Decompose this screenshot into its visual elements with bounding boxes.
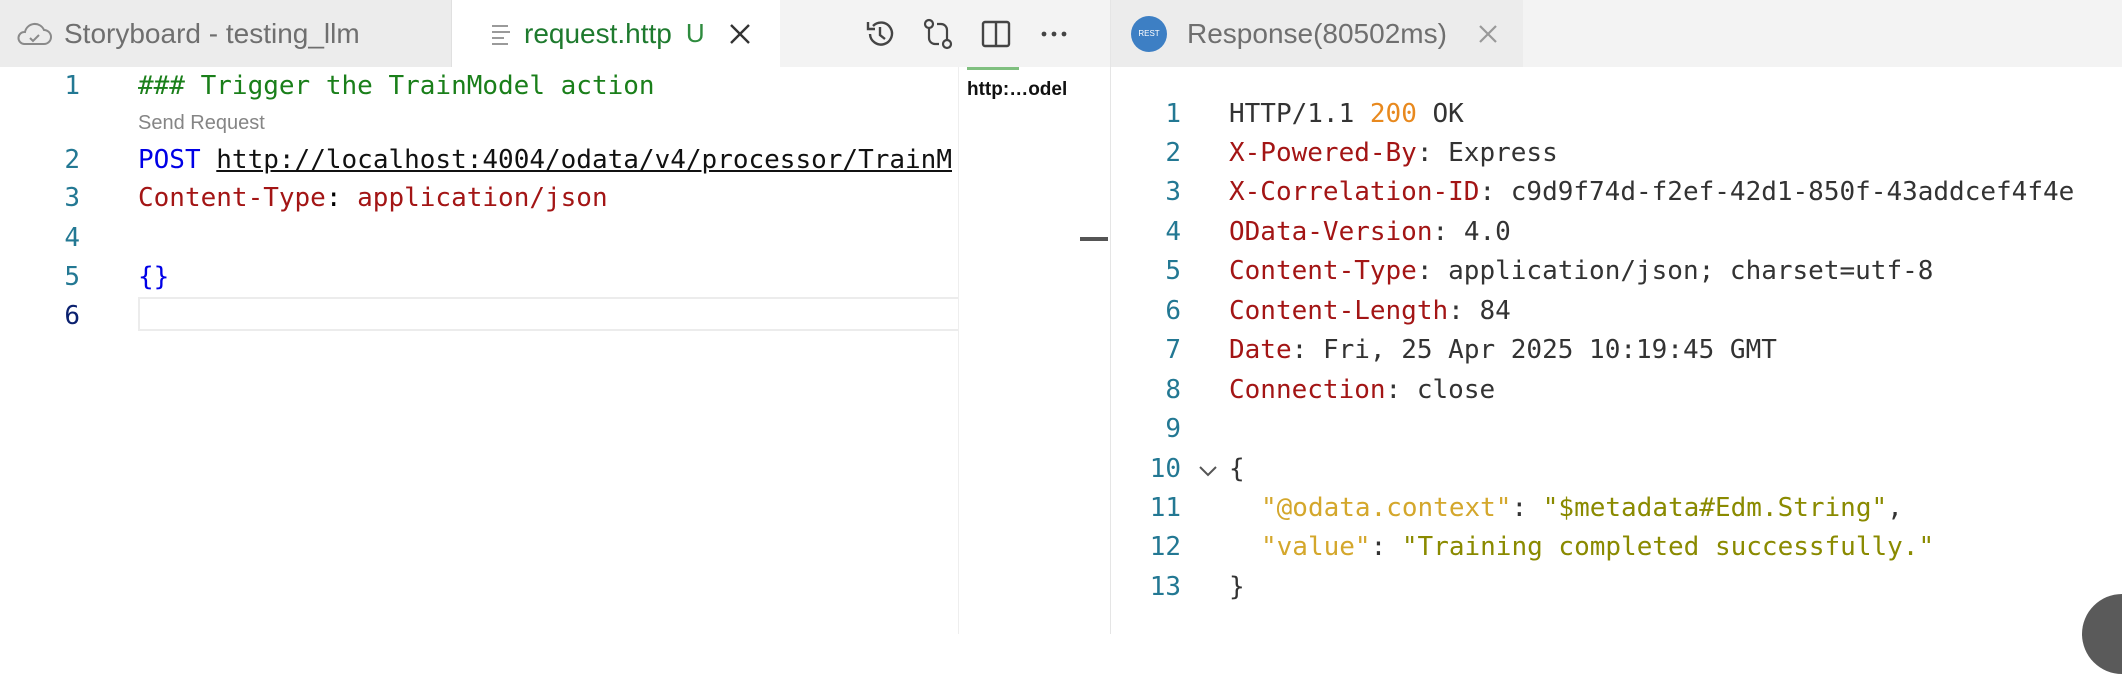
- request-url[interactable]: http://localhost:4004/odata/v4/processor…: [216, 145, 952, 175]
- request-body: {}: [138, 262, 170, 292]
- tab-response[interactable]: REST Response(80502ms): [1111, 0, 1523, 67]
- response-header: Content-Type: application/json; charset=…: [1229, 256, 1934, 286]
- more-actions-button[interactable]: [1034, 14, 1074, 54]
- request-comment: ### Trigger the TrainModel action: [138, 71, 655, 101]
- header-value: application/json: [357, 183, 608, 213]
- json-property: "@odata.context": "$metadata#Edm.String"…: [1261, 493, 1903, 523]
- line-number: 11: [1149, 493, 1181, 523]
- close-icon[interactable]: [727, 21, 753, 47]
- response-viewer[interactable]: 1 2 3 4 5 6 7 8 9 10 11 12 13 HTTP/1.1 2…: [1111, 67, 2122, 674]
- untracked-badge: U: [685, 18, 705, 48]
- request-line: POST http://localhost:4004/odata/v4/proc…: [138, 145, 958, 175]
- header-name: X-Correlation-ID: [1229, 177, 1480, 207]
- scrollbar-marker: [1080, 237, 1108, 241]
- line-number: 3: [1165, 177, 1181, 207]
- minimap-hover-label: http:…odel: [967, 79, 1068, 100]
- minimap[interactable]: http:…odel: [958, 67, 1079, 634]
- line-number: 13: [1149, 572, 1181, 602]
- tab-response-label: Response(80502ms): [1187, 17, 1447, 49]
- current-line-highlight: [138, 297, 968, 331]
- git-compare-icon: [923, 18, 953, 49]
- response-header: X-Correlation-ID: c9d9f74d-f2ef-42d1-850…: [1229, 177, 2075, 207]
- response-tab-bar: REST Response(80502ms): [1111, 0, 2122, 67]
- line-number: 10: [1149, 454, 1181, 484]
- json-value: "$metadata#Edm.String": [1542, 493, 1888, 523]
- header-value: 84: [1479, 296, 1511, 326]
- header-name: OData-Version: [1229, 217, 1433, 247]
- history-icon: [866, 20, 894, 46]
- header-line: Content-Type: application/json: [138, 183, 608, 213]
- header-name: Content-Type: [138, 183, 326, 213]
- json-close-brace: }: [1229, 572, 1245, 602]
- line-number-current: 6: [64, 301, 80, 331]
- status-text: OK: [1432, 99, 1464, 129]
- json-key: "value": [1261, 532, 1371, 562]
- tab-storyboard[interactable]: Storyboard - testing_llm: [0, 0, 452, 67]
- status-code: 200: [1369, 99, 1417, 129]
- json-open-brace: {: [1229, 454, 1245, 484]
- send-request-codelens[interactable]: Send Request: [138, 112, 265, 135]
- json-property: "value": "Training completed successfull…: [1261, 532, 1935, 562]
- json-value: "Training completed successfully.": [1401, 532, 1935, 562]
- header-name: X-Powered-By: [1229, 138, 1417, 168]
- line-number: 5: [64, 262, 80, 292]
- status-line: HTTP/1.1 200 OK: [1229, 99, 1464, 129]
- header-value: Fri, 25 Apr 2025 10:19:45 GMT: [1322, 335, 1777, 365]
- header-name: Date: [1229, 335, 1292, 365]
- response-header: X-Powered-By: Express: [1229, 138, 1558, 168]
- request-editor-group: Storyboard - testing_llm request.http U: [0, 0, 1110, 634]
- file-lines-icon: [492, 24, 510, 45]
- minimap-line: [967, 67, 1019, 70]
- ellipsis-icon: [1041, 31, 1067, 36]
- tab-storyboard-label: Storyboard - testing_llm: [64, 17, 360, 49]
- header-value: Express: [1448, 138, 1558, 168]
- json-key: "@odata.context": [1261, 493, 1512, 523]
- line-number: 12: [1149, 532, 1181, 562]
- tab-request-label: request.http: [524, 17, 672, 49]
- header-name: Connection: [1229, 375, 1386, 405]
- header-value: c9d9f74d-f2ef-42d1-850f-43addcef4f4e: [1510, 177, 2075, 207]
- history-button[interactable]: [860, 14, 900, 54]
- tab-request-http[interactable]: request.http U: [452, 0, 780, 67]
- http-method: POST: [138, 145, 201, 175]
- line-number: 2: [64, 145, 80, 175]
- protocol: HTTP/1.1: [1229, 99, 1355, 129]
- vertical-scrollbar[interactable]: [1078, 67, 1110, 634]
- code-editor[interactable]: 1 2 3 4 5 6 ### Trigger the TrainModel a…: [0, 67, 968, 634]
- line-number: 5: [1165, 256, 1181, 286]
- corner-indicator: [2082, 594, 2122, 674]
- header-value: application/json; charset=utf-8: [1448, 256, 1934, 286]
- header-value: 4.0: [1463, 217, 1511, 247]
- split-editor-button[interactable]: [976, 14, 1016, 54]
- chevron-down-icon[interactable]: [1195, 458, 1221, 484]
- close-icon[interactable]: [1475, 21, 1501, 47]
- line-number: 1: [64, 71, 80, 101]
- line-number: 7: [1165, 335, 1181, 365]
- response-group: REST Response(80502ms) 1 2 3 4 5 6 7 8 9…: [1111, 0, 2122, 674]
- line-number: 6: [1165, 296, 1181, 326]
- rest-client-icon: REST: [1131, 15, 1167, 52]
- line-number: 4: [64, 223, 80, 253]
- response-header: Content-Length: 84: [1229, 296, 1511, 326]
- response-header: OData-Version: 4.0: [1229, 217, 1511, 247]
- editor-actions: [860, 0, 1092, 67]
- cloud-icon: [17, 22, 52, 45]
- split-editor-icon: [981, 20, 1011, 47]
- editor-tab-bar: Storyboard - testing_llm request.http U: [0, 0, 1110, 67]
- header-value: close: [1416, 375, 1496, 405]
- line-number: 1: [1165, 99, 1181, 129]
- header-name: Content-Type: [1229, 256, 1417, 286]
- line-number: 4: [1165, 217, 1181, 247]
- header-name: Content-Length: [1229, 296, 1449, 326]
- line-number: 8: [1165, 375, 1181, 405]
- compare-changes-button[interactable]: [918, 14, 958, 54]
- response-header: Connection: close: [1229, 375, 1496, 405]
- line-number: 2: [1165, 138, 1181, 168]
- line-number: 3: [64, 183, 80, 213]
- line-number: 9: [1165, 414, 1181, 444]
- response-header: Date: Fri, 25 Apr 2025 10:19:45 GMT: [1229, 335, 1777, 365]
